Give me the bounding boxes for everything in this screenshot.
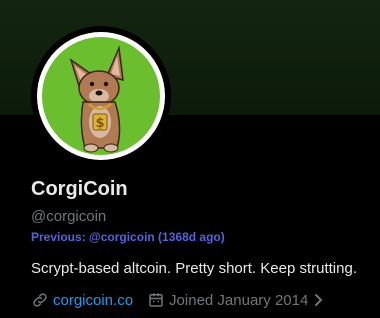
calendar-icon (147, 291, 165, 309)
link-icon (31, 291, 49, 309)
website-item[interactable]: corgicoin.co (31, 291, 133, 309)
website-link[interactable]: corgicoin.co (53, 292, 133, 309)
profile-bio: Scrypt-based altcoin. Pretty short. Keep… (31, 260, 357, 277)
svg-text:$: $ (95, 116, 104, 131)
profile-name: CorgiCoin (31, 178, 128, 200)
profile-handle: @corgicoin (31, 208, 107, 225)
chevron-right-icon[interactable] (312, 293, 324, 307)
joined-date: Joined January 2014 (169, 291, 309, 309)
profile-avatar[interactable]: $ (31, 26, 171, 166)
previous-handle: Previous: @corgicoin (1368d ago) (31, 230, 225, 244)
joined-item: Joined January 2014 (147, 291, 324, 309)
profile-meta: corgicoin.co Joined January 2014 (31, 290, 324, 310)
